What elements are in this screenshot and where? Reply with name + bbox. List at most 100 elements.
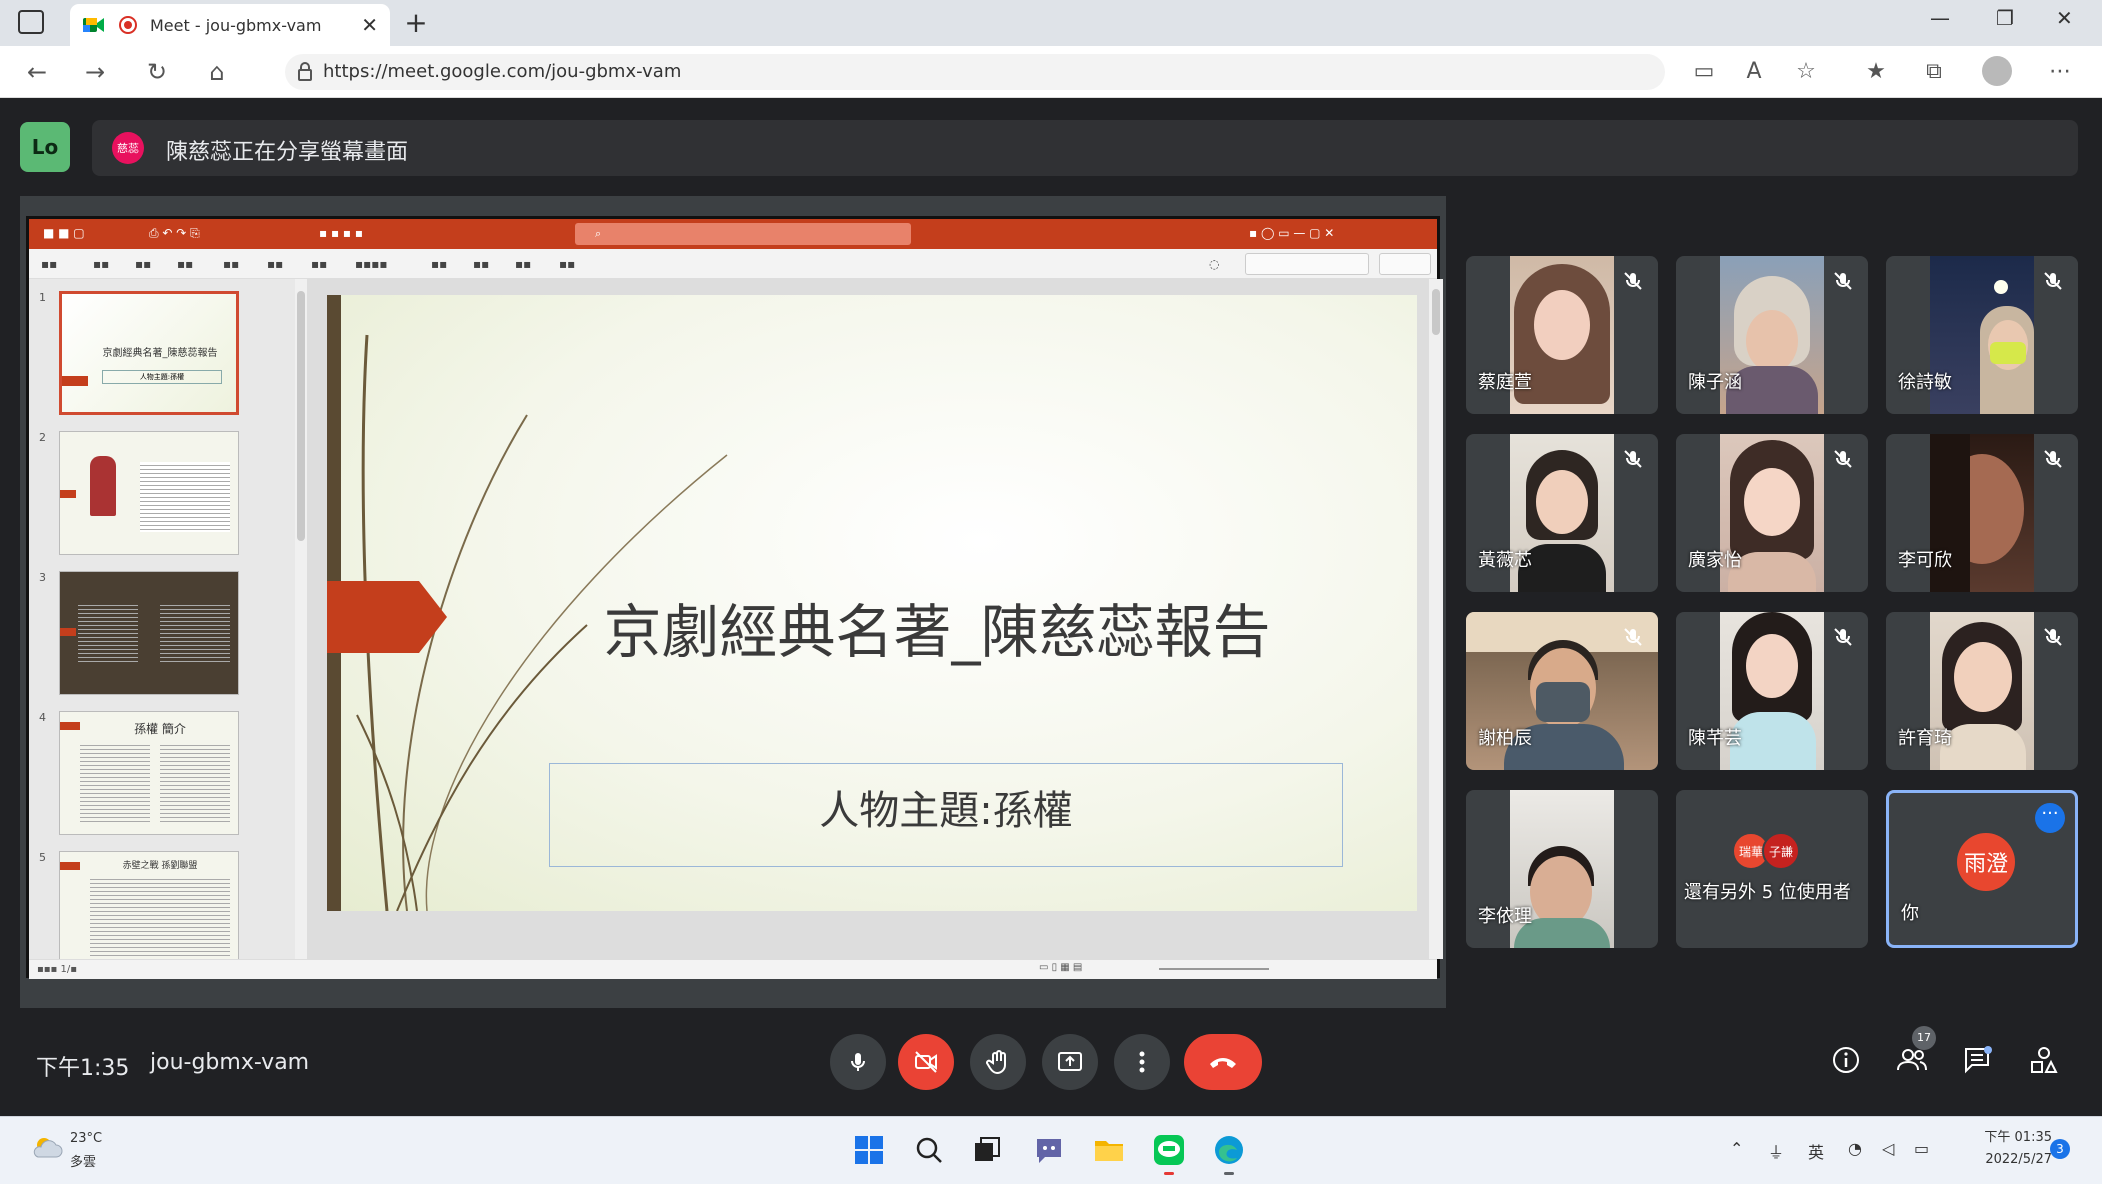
task-view-button[interactable]: [968, 1131, 1006, 1169]
slide-thumbnail-5[interactable]: 赤壁之戰 孫劉聯盟: [59, 851, 239, 959]
restore-icon[interactable]: ❐: [1996, 6, 2014, 30]
teams-chat-button[interactable]: [1030, 1131, 1068, 1169]
current-slide[interactable]: 京劇經典名著_陳慈蕊報告 人物主題:孫權: [327, 295, 1417, 911]
profile-avatar[interactable]: [1982, 56, 2012, 86]
participant-tile[interactable]: 徐詩敏: [1886, 256, 2078, 414]
system-clock[interactable]: 下午 01:35 2022/5/27: [1962, 1127, 2052, 1171]
camera-permission-icon[interactable]: ▭: [1690, 58, 1718, 86]
back-icon[interactable]: ←: [22, 58, 52, 86]
usb-icon[interactable]: ⏚: [1768, 1139, 1784, 1163]
self-tile[interactable]: ··· 雨澄 你: [1886, 790, 2078, 948]
thumb-number: 3: [39, 571, 46, 584]
start-button[interactable]: [850, 1131, 888, 1169]
leave-call-button[interactable]: [1184, 1034, 1262, 1090]
minimize-icon[interactable]: —: [1930, 6, 1950, 30]
scroll-thumb[interactable]: [1432, 289, 1440, 335]
meet-favicon-icon: [82, 13, 106, 37]
participant-tile[interactable]: 廣家怡: [1676, 434, 1868, 592]
shared-screen: ■ ■ ▢ ⎙ ↶ ↷ ⎘ ▪ ▪ ▪ ▪ ⌕ ▪ ◯ ▭ — ▢ ✕ ▪▪ ▪▪…: [20, 196, 1446, 1008]
new-tab-button[interactable]: +: [400, 8, 432, 40]
participant-tile[interactable]: 謝柏辰: [1466, 612, 1658, 770]
zoom-slider[interactable]: [1159, 968, 1269, 970]
meet-status-badge[interactable]: Lo: [20, 122, 70, 172]
raise-hand-button[interactable]: [970, 1034, 1026, 1090]
more-options-button[interactable]: [1114, 1034, 1170, 1090]
other-participants-tile[interactable]: 瑞華 子謙 還有另外 5 位使用者: [1676, 790, 1868, 948]
camera-button[interactable]: [898, 1034, 954, 1090]
self-label: 你: [1901, 903, 1919, 924]
slide-thumbnail-1[interactable]: 京劇經典名著_陳慈蕊報告 人物主題:孫權: [59, 291, 239, 415]
chat-button[interactable]: [1958, 1040, 1998, 1080]
slide-thumbnail-4[interactable]: 孫權 簡介: [59, 711, 239, 835]
ime-indicator[interactable]: 英: [1808, 1139, 1824, 1163]
browser-tab-bar: Meet - jou-gbmx-vam ✕ + — ❐ ✕: [0, 0, 2102, 46]
more-options-icon[interactable]: ···: [2035, 803, 2065, 833]
participant-tile[interactable]: 陳芊芸: [1676, 612, 1868, 770]
mic-off-icon: [1624, 450, 1642, 468]
ppt-ribbon: ▪▪ ▪▪ ▪▪ ▪▪ ▪▪ ▪▪ ▪▪ ▪▪▪▪ ▪▪ ▪▪ ▪▪ ▪▪ ◌: [29, 249, 1437, 279]
slide-thumbnail-2[interactable]: [59, 431, 239, 555]
favorites-icon[interactable]: ★: [1862, 58, 1890, 86]
chat-app-icon: [1037, 1139, 1061, 1163]
others-label: 還有另外 5 位使用者: [1684, 882, 1851, 903]
volume-icon[interactable]: ◁: [1882, 1139, 1894, 1158]
meeting-code: jou-gbmx-vam: [150, 1050, 310, 1075]
status-slide-count: ▪▪▪ 1/▪: [37, 964, 78, 975]
activities-button[interactable]: [2024, 1040, 2064, 1080]
slide-thumbnail-3[interactable]: [59, 571, 239, 695]
thumb-number: 1: [39, 291, 46, 304]
edge-browser-button[interactable]: [1210, 1131, 1248, 1175]
tab-close-icon[interactable]: ✕: [361, 13, 378, 37]
close-window-icon[interactable]: ✕: [2056, 6, 2073, 30]
participant-tile[interactable]: 黃薇芯: [1466, 434, 1658, 592]
camera-off-icon: [915, 1051, 937, 1073]
opera-figure-image: [90, 456, 116, 516]
tab-actions-icon[interactable]: [18, 10, 44, 34]
participant-tile[interactable]: 李依理: [1466, 790, 1658, 948]
forward-icon[interactable]: →: [80, 58, 110, 86]
participant-tile[interactable]: 李可欣: [1886, 434, 2078, 592]
search-button[interactable]: [910, 1131, 948, 1169]
battery-icon[interactable]: ▭: [1914, 1139, 1929, 1158]
thumb1-title: 京劇經典名著_陳慈蕊報告: [102, 348, 218, 359]
present-button[interactable]: [1042, 1034, 1098, 1090]
show-hidden-icons[interactable]: ⌃: [1730, 1139, 1743, 1158]
collections-icon[interactable]: ⧉: [1920, 58, 1948, 86]
more-menu-icon[interactable]: ⋯: [2046, 58, 2074, 86]
presenter-avatar: 慈蕊: [112, 132, 144, 164]
hand-icon: [986, 1050, 1006, 1075]
favorite-add-icon[interactable]: ☆: [1792, 58, 1820, 86]
slide-title[interactable]: 京劇經典名著_陳慈蕊報告: [467, 585, 1407, 669]
home-icon[interactable]: ⌂: [202, 58, 232, 86]
tab-meet[interactable]: Meet - jou-gbmx-vam ✕: [70, 4, 390, 46]
mic-off-icon: [1834, 272, 1852, 290]
file-explorer-button[interactable]: [1090, 1131, 1128, 1169]
read-aloud-icon[interactable]: A: [1740, 58, 1768, 86]
weather-widget[interactable]: 23°C 多雲: [30, 1131, 102, 1170]
slide-subtitle-box[interactable]: 人物主題:孫權: [549, 763, 1343, 867]
quick-access-icons: ⎙ ↶ ↷ ⎘: [149, 226, 200, 240]
line-app-button[interactable]: [1150, 1131, 1188, 1175]
participant-tile[interactable]: 蔡庭萱: [1466, 256, 1658, 414]
refresh-icon[interactable]: ↻: [142, 58, 172, 86]
thumbnail-scrollbar[interactable]: [295, 279, 307, 959]
participant-name: 陳芊芸: [1688, 728, 1742, 749]
participant-name: 蔡庭萱: [1478, 372, 1532, 393]
participant-name: 許育琦: [1898, 728, 1952, 749]
wifi-icon[interactable]: ◔: [1848, 1139, 1862, 1158]
meeting-details-button[interactable]: [1826, 1040, 1866, 1080]
scroll-thumb[interactable]: [297, 291, 305, 541]
mic-off-icon: [2044, 272, 2062, 290]
microphone-button[interactable]: [830, 1034, 886, 1090]
slide-scrollbar[interactable]: [1429, 279, 1443, 959]
url-field[interactable]: https://meet.google.com/jou-gbmx-vam: [285, 54, 1665, 90]
search-icon: [916, 1137, 942, 1163]
lock-icon: [298, 62, 312, 81]
weather-cloudy-icon: [33, 1138, 63, 1158]
thumb4-title: 孫權 簡介: [134, 722, 186, 736]
line-app-icon: [1154, 1135, 1184, 1165]
ppt-search-box[interactable]: ⌕: [575, 223, 911, 245]
notification-badge[interactable]: 3: [2050, 1139, 2070, 1159]
participant-tile[interactable]: 陳子涵: [1676, 256, 1868, 414]
participant-tile[interactable]: 許育琦: [1886, 612, 2078, 770]
